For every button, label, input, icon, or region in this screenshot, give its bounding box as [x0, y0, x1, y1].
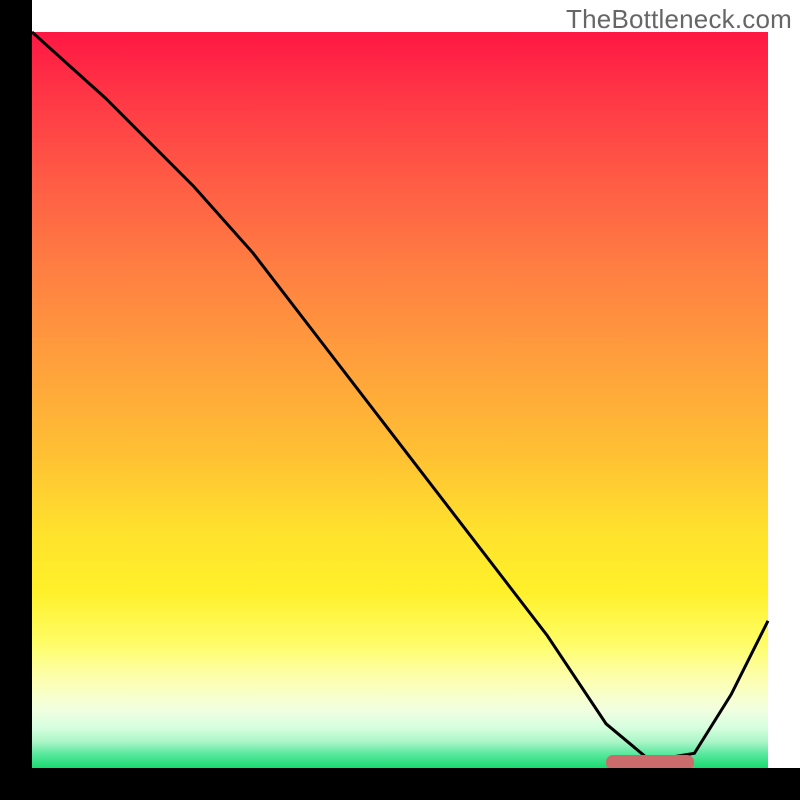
bottleneck-curve	[32, 32, 768, 761]
y-axis	[0, 0, 32, 800]
watermark: TheBottleneck.com	[566, 4, 792, 35]
x-axis	[0, 768, 800, 800]
chart-container: TheBottleneck.com	[0, 0, 800, 800]
curve-layer	[32, 32, 768, 768]
